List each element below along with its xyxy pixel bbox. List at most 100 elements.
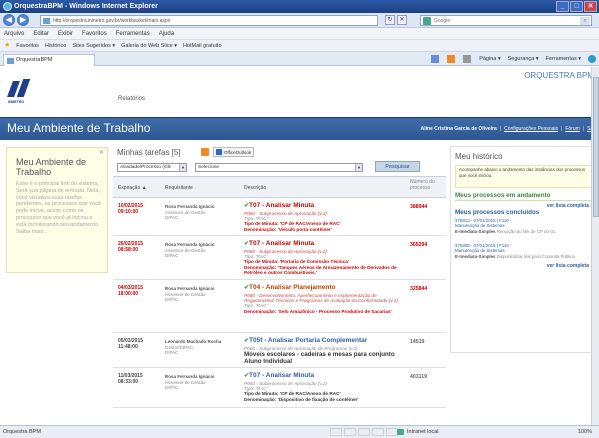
window-titlebar: OrquestraBPM - Windows Internet Explorer… <box>0 0 599 13</box>
search-button[interactable]: Pesquisar <box>375 161 420 172</box>
forum-link[interactable]: Fórum <box>565 126 579 132</box>
info-title: Meu Ambiente de Trabalho <box>16 157 87 177</box>
ie-logo-icon <box>3 2 12 11</box>
fav-hotmail[interactable]: HotMail gratuito <box>183 40 222 51</box>
view-all-completed-link[interactable]: ver lista completa <box>547 263 589 269</box>
table-header: Expiração ▲ Requisitante Descrição Númer… <box>113 176 446 198</box>
config-link[interactable]: Configurações Pessoais <box>504 126 558 132</box>
home-button[interactable] <box>431 55 440 64</box>
refresh-icon[interactable]: ↻ <box>385 15 395 25</box>
maximize-button[interactable]: □ <box>570 1 583 12</box>
url-text: http://orquestra.ininetro.gov.br/workbas… <box>53 18 171 24</box>
info-panel: ✕ Meu Ambiente de Trabalho Esse é o prin… <box>6 147 108 273</box>
window-controls: _ □ ✕ <box>556 1 597 12</box>
filter-select[interactable]: Atividade/Processo (Clk ▼ <box>117 163 187 172</box>
col-requisitante[interactable]: Requisitante <box>165 185 193 191</box>
col-expiracao[interactable]: Expiração ▲ <box>118 185 147 191</box>
rss-icon <box>447 55 456 63</box>
print-button[interactable] <box>463 55 472 64</box>
search-placeholder: Google <box>434 18 451 24</box>
menu-ferramentas[interactable]: Ferramentas <box>116 28 150 39</box>
tasks-title: Minhas tarefas [5] <box>117 148 181 157</box>
col-descricao[interactable]: Descrição <box>244 185 266 191</box>
app-name: ORQUESTRA BPM <box>524 71 594 80</box>
chevron-down-icon: ▼ <box>355 164 362 171</box>
help-button[interactable] <box>588 55 597 64</box>
page-title: Meu Ambiente de Trabalho <box>7 121 151 135</box>
tasks-panel: Minhas tarefas [5] OfficeOutlook Ativida… <box>113 146 446 425</box>
fav-sites-sugeridos[interactable]: Sites Sugeridos ▾ <box>72 40 115 51</box>
page-content: ORQUESTRA BPM INMETRO Relatórios Meu Amb… <box>0 67 599 425</box>
menu-favoritos[interactable]: Favoritos <box>82 28 107 39</box>
chevron-down-icon: ▼ <box>179 164 186 171</box>
back-button[interactable]: ◀ <box>3 14 15 26</box>
user-name: Aline Cristina Garcia de Oliveira <box>420 126 497 132</box>
tab-label: OrquestraBPM <box>16 57 53 63</box>
fav-historico[interactable]: Histórico <box>45 40 66 51</box>
menu-bar: Arquivo Editar Exibir Favoritos Ferramen… <box>0 28 599 40</box>
favorites-bar: ★ Favoritos Histórico Sites Sugeridos ▾ … <box>0 40 599 52</box>
security-menu[interactable]: Segurança ▾ <box>508 55 539 64</box>
status-text: Orquestra BPM <box>3 429 41 435</box>
address-field[interactable]: http://orquestra.ininetro.gov.br/workbas… <box>40 15 378 26</box>
zoom-control[interactable]: 100% <box>578 426 592 438</box>
address-bar-row: ◀ ▶ http://orquestra.ininetro.gov.br/wor… <box>0 13 599 28</box>
page-icon <box>43 18 50 24</box>
table-row[interactable]: 10/02/2015 09:10:00 Rosa Fernanda Ignáci… <box>113 198 446 236</box>
feeds-button[interactable] <box>447 55 456 64</box>
star-icon: ★ <box>4 42 11 49</box>
favorites-button[interactable]: Favoritos <box>16 40 39 51</box>
task-link[interactable]: T05f - Analisar Portaria Complementar <box>249 337 367 344</box>
rss-icon[interactable] <box>201 148 209 156</box>
task-link[interactable]: T04 - Analisar Planejamento <box>249 284 335 291</box>
tools-menu[interactable]: Ferramentas ▾ <box>546 55 581 64</box>
print-icon <box>463 55 472 63</box>
user-links: Aline Cristina Garcia de Oliveira | Confi… <box>421 126 596 132</box>
fav-galeria[interactable]: Galeria do Web Slice ▾ <box>121 40 177 51</box>
task-link[interactable]: T07 - Analisar Minuta <box>249 240 314 247</box>
col-numero[interactable]: Número do processo <box>410 179 440 191</box>
table-row[interactable]: 11/03/2015 08:33:00 Rosa Fernanda Ignáci… <box>113 368 446 408</box>
minimize-button[interactable]: _ <box>556 1 569 12</box>
history-item[interactable]: 376813 - 07/01/2015 | F110 - Manutenção … <box>455 218 592 234</box>
history-title: Meu histórico <box>455 152 503 161</box>
value-select[interactable]: Selecione ▼ <box>195 163 363 172</box>
table-row[interactable]: 26/02/2015 08:58:00 Rosa Fernanda Ignáci… <box>113 236 446 280</box>
command-bar: Página ▾ Segurança ▾ Ferramentas ▾ <box>431 55 597 64</box>
inmetro-logo[interactable]: INMETRO <box>7 77 36 104</box>
home-icon <box>431 55 440 63</box>
task-link[interactable]: T07 - Analisar Minuta <box>249 372 314 379</box>
zone-indicator: Intranet local <box>397 426 439 438</box>
page-banner: Meu Ambiente de Trabalho Aline Cristina … <box>0 117 599 140</box>
in-progress-heading: Meus processos em andamento <box>455 192 592 201</box>
page-icon <box>7 58 14 64</box>
search-icon[interactable]: ⌕ <box>580 17 590 25</box>
menu-ajuda[interactable]: Ajuda <box>159 28 174 39</box>
close-button[interactable]: ✕ <box>584 1 597 12</box>
search-field[interactable]: Google ⌕ <box>420 15 592 26</box>
close-icon[interactable]: ✕ <box>99 149 104 156</box>
history-panel: Meu histórico Acompanhe abaixo o andamen… <box>450 146 595 353</box>
vertical-scrollbar[interactable] <box>591 67 599 425</box>
table-row[interactable]: 04/03/2015 18:00:00 Rosa Fernanda Ignáci… <box>113 280 446 333</box>
help-icon <box>588 55 596 63</box>
google-icon <box>423 17 431 25</box>
menu-relatorios[interactable]: Relatórios <box>118 96 145 102</box>
menu-editar[interactable]: Editar <box>33 28 49 39</box>
task-link[interactable]: T07 - Analisar Minuta <box>249 202 314 209</box>
view-all-link[interactable]: ver lista completa <box>547 203 589 209</box>
menu-arquivo[interactable]: Arquivo <box>4 28 24 39</box>
page-menu[interactable]: Página ▾ <box>479 55 500 64</box>
scroll-thumb[interactable] <box>593 77 599 217</box>
outlook-button[interactable]: OfficeOutlook <box>213 147 255 157</box>
tab-row: OrquestraBPM Página ▾ Segurança ▾ Ferram… <box>0 52 599 66</box>
history-item[interactable]: 376808 - 07/01/2015 | F110 - Manutenção … <box>455 243 592 259</box>
completed-heading: Meus processos concluídos <box>455 209 540 216</box>
address-tools: ↻ ✕ <box>385 15 407 25</box>
stop-icon[interactable]: ✕ <box>397 15 407 25</box>
menu-exibir[interactable]: Exibir <box>58 28 73 39</box>
history-info: Acompanhe abaixo o andamento das instânc… <box>455 165 592 188</box>
tab-orquestra[interactable]: OrquestraBPM <box>3 54 95 66</box>
table-row[interactable]: 05/03/2015 11:48:00 Leonardo Machado Roc… <box>113 333 446 368</box>
forward-button[interactable]: ▶ <box>17 14 29 26</box>
